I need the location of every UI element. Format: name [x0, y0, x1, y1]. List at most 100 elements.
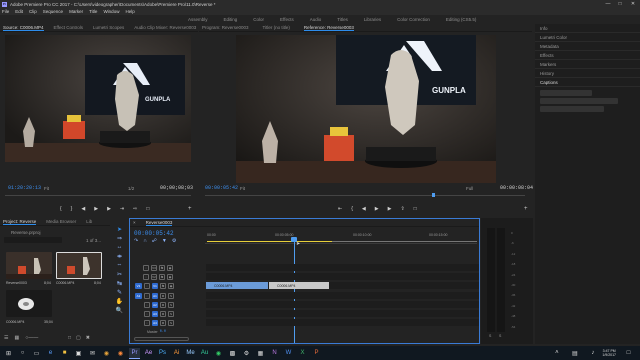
panel-info[interactable]: Info	[535, 24, 640, 33]
project-thumb[interactable]	[6, 290, 52, 317]
source-video-frame[interactable]: GUNPLA	[5, 35, 191, 162]
menu-marker[interactable]: Marker	[69, 9, 83, 14]
workspace-editing[interactable]: Editing	[216, 17, 246, 22]
menu-clip[interactable]: Clip	[29, 9, 37, 14]
track-label[interactable]: A1	[152, 293, 158, 299]
menu-title[interactable]: Title	[89, 9, 97, 14]
step-forward-icon[interactable]: ▶	[107, 206, 111, 212]
export-frame-icon[interactable]: □	[414, 206, 417, 212]
track-lock-icon[interactable]: ▫	[143, 274, 149, 280]
track-label[interactable]: V3	[151, 265, 157, 271]
track-mute-button[interactable]: M	[160, 302, 166, 308]
track-lock-icon[interactable]: ▫	[144, 320, 150, 326]
program-quality-select[interactable]: Full	[466, 186, 473, 191]
terminal-icon[interactable]: ▩	[227, 348, 238, 359]
track-sync-icon[interactable]: ⇆	[160, 283, 166, 289]
workspace-color-correction[interactable]: Color Correction	[389, 17, 438, 22]
go-to-in-icon[interactable]: ⇤	[338, 206, 342, 212]
track-lock-icon[interactable]: ▫	[144, 311, 150, 317]
network-icon[interactable]: ▤	[569, 348, 580, 359]
tab-project[interactable]: Project: Reverse	[3, 219, 37, 225]
tab-source[interactable]: Source: C0006.MP4	[3, 25, 44, 31]
track-label[interactable]: A3	[152, 311, 158, 317]
lift-icon[interactable]: ⇧	[400, 206, 404, 212]
mark-in-icon[interactable]: {	[60, 206, 62, 212]
powerpoint-icon[interactable]: P	[311, 348, 322, 359]
excel-icon[interactable]: X	[297, 348, 308, 359]
captions-field[interactable]	[540, 90, 592, 96]
track-lane-a2[interactable]	[206, 301, 479, 308]
icon-view-icon[interactable]: ▦	[14, 335, 19, 341]
menu-window[interactable]: Window	[103, 9, 119, 14]
clock[interactable]: 3:47 PM 1/9/2017	[602, 349, 616, 357]
panel-markers[interactable]: Markers	[535, 60, 640, 69]
panel-metadata[interactable]: Metadata	[535, 42, 640, 51]
hand-tool-icon[interactable]: ✋	[115, 297, 124, 305]
timeline-ruler[interactable]: 00:00 00:00:05:00 00:00:10:00 00:00:15:0…	[205, 231, 477, 244]
new-item-icon[interactable]: ▢	[76, 335, 81, 341]
tab-effect-controls[interactable]: Effect Controls	[54, 25, 83, 30]
workspace-effects[interactable]: Effects	[272, 17, 302, 22]
ripple-edit-tool-icon[interactable]: ↔	[115, 243, 124, 251]
track-lane-a3[interactable]	[206, 310, 479, 317]
tab-lumetri-scopes[interactable]: Lumetri Scopes	[93, 25, 124, 30]
workspace-libraries[interactable]: Libraries	[356, 17, 389, 22]
workspace-titles[interactable]: Titles	[329, 17, 356, 22]
settings-wrench-icon[interactable]: ⚙	[172, 238, 176, 244]
step-back-icon[interactable]: ◀	[81, 206, 85, 212]
tray-chevron-icon[interactable]: ˄	[551, 348, 562, 359]
minimize-icon[interactable]: —	[602, 0, 614, 8]
rate-stretch-tool-icon[interactable]: ⇔	[115, 261, 124, 269]
track-mute-button[interactable]: M	[160, 311, 166, 317]
workspace-color[interactable]: Color	[245, 17, 272, 22]
play-icon[interactable]: ▶	[94, 206, 98, 212]
volume-icon[interactable]: ♪	[587, 348, 598, 359]
mark-out-icon[interactable]: }	[71, 206, 73, 212]
photoshop-icon[interactable]: Ps	[157, 348, 168, 359]
tab-program[interactable]: Program: Reverse0003	[202, 25, 249, 30]
list-view-icon[interactable]: ☰	[4, 335, 8, 341]
menu-file[interactable]: File	[2, 9, 9, 14]
track-eye-icon[interactable]: ◉	[167, 265, 173, 271]
delete-icon[interactable]: ✖	[86, 335, 90, 341]
meter-solo-left[interactable]: S	[489, 334, 491, 338]
new-bin-icon[interactable]: □	[68, 335, 71, 341]
tab-reference[interactable]: Reference: Reverse0003	[303, 25, 354, 31]
snap-icon[interactable]: ∩	[143, 238, 147, 244]
track-label[interactable]: V1	[152, 283, 158, 289]
edge-browser-icon[interactable]: e	[45, 348, 56, 359]
track-label[interactable]: A4	[152, 320, 158, 326]
play-icon[interactable]: ▶	[375, 206, 379, 212]
menu-help[interactable]: Help	[125, 9, 134, 14]
track-eye-icon[interactable]: ◉	[167, 274, 173, 280]
mail-icon[interactable]: ✉	[87, 348, 98, 359]
track-sync-icon[interactable]: ⇆	[159, 265, 165, 271]
illustrator-icon[interactable]: Ai	[171, 348, 182, 359]
source-scrub-bar[interactable]	[5, 195, 191, 196]
add-button-icon[interactable]: +	[524, 206, 528, 212]
zoom-tool-icon[interactable]: 🔍	[115, 306, 124, 314]
captions-field[interactable]	[540, 106, 604, 112]
windows-start-icon[interactable]: ⊞	[3, 348, 14, 359]
source-patch-a1[interactable]: A1	[135, 293, 142, 299]
insert-icon[interactable]: ⇥	[120, 206, 124, 212]
onenote-icon[interactable]: N	[269, 348, 280, 359]
rolling-edit-tool-icon[interactable]: ⇼	[115, 252, 124, 260]
search-icon[interactable]: ○	[17, 348, 28, 359]
premiere-taskbar-icon[interactable]: Pr	[129, 347, 140, 359]
track-eye-icon[interactable]: ◉	[168, 283, 174, 289]
slip-tool-icon[interactable]: ↹	[115, 279, 124, 287]
source-scale-select[interactable]: 1/2	[128, 186, 134, 191]
workspace-audio[interactable]: Audio	[302, 17, 330, 22]
close-icon[interactable]: ✕	[626, 0, 640, 8]
program-timecode[interactable]: 00:00:05:42	[205, 185, 238, 191]
tab-audio-clip-mixer[interactable]: Audio Clip Mixer: Reverse0003	[134, 25, 196, 30]
source-timecode[interactable]: 01:20:20:13	[8, 185, 41, 191]
track-select-tool-icon[interactable]: ⇒	[115, 234, 124, 242]
track-lane-a4[interactable]	[206, 319, 479, 326]
track-lane-a1[interactable]	[206, 292, 479, 299]
work-area-bar[interactable]	[207, 241, 332, 242]
panel-history[interactable]: History	[535, 69, 640, 78]
overwrite-icon[interactable]: ⇨	[133, 206, 137, 212]
step-back-icon[interactable]: ◀	[362, 206, 366, 212]
